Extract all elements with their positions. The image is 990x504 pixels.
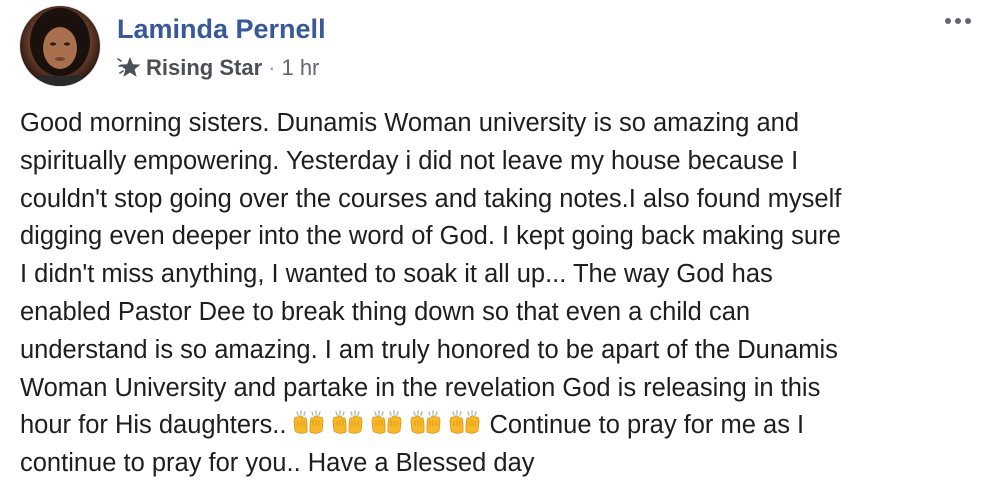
author-avatar[interactable] [20,6,100,86]
raising-hands-emoji [294,410,324,435]
feed-post: Laminda Pernell Rising Star · 1 hr Good … [0,0,990,504]
meta-separator: · [268,55,276,80]
rising-star-icon [117,55,143,81]
more-options-button[interactable] [938,6,978,36]
more-options-icon-dot [965,18,971,24]
author-name-link[interactable]: Laminda Pernell [117,13,326,45]
post-text-main: Good morning sisters. Dunamis Woman univ… [20,109,842,440]
raising-hands-emoji-group [290,409,483,435]
raising-hands-emoji [450,410,480,435]
raising-hands-emoji [411,410,441,435]
more-options-icon [945,18,951,24]
raising-hands-emoji [333,410,363,435]
post-timestamp[interactable]: 1 hr [281,54,319,82]
post-meta: Rising Star · 1 hr [117,54,319,82]
raising-hands-emoji [372,410,402,435]
post-body: Good morning sisters. Dunamis Woman univ… [20,105,980,483]
badge-label[interactable]: Rising Star [146,54,262,82]
more-options-icon-dot [955,18,961,24]
